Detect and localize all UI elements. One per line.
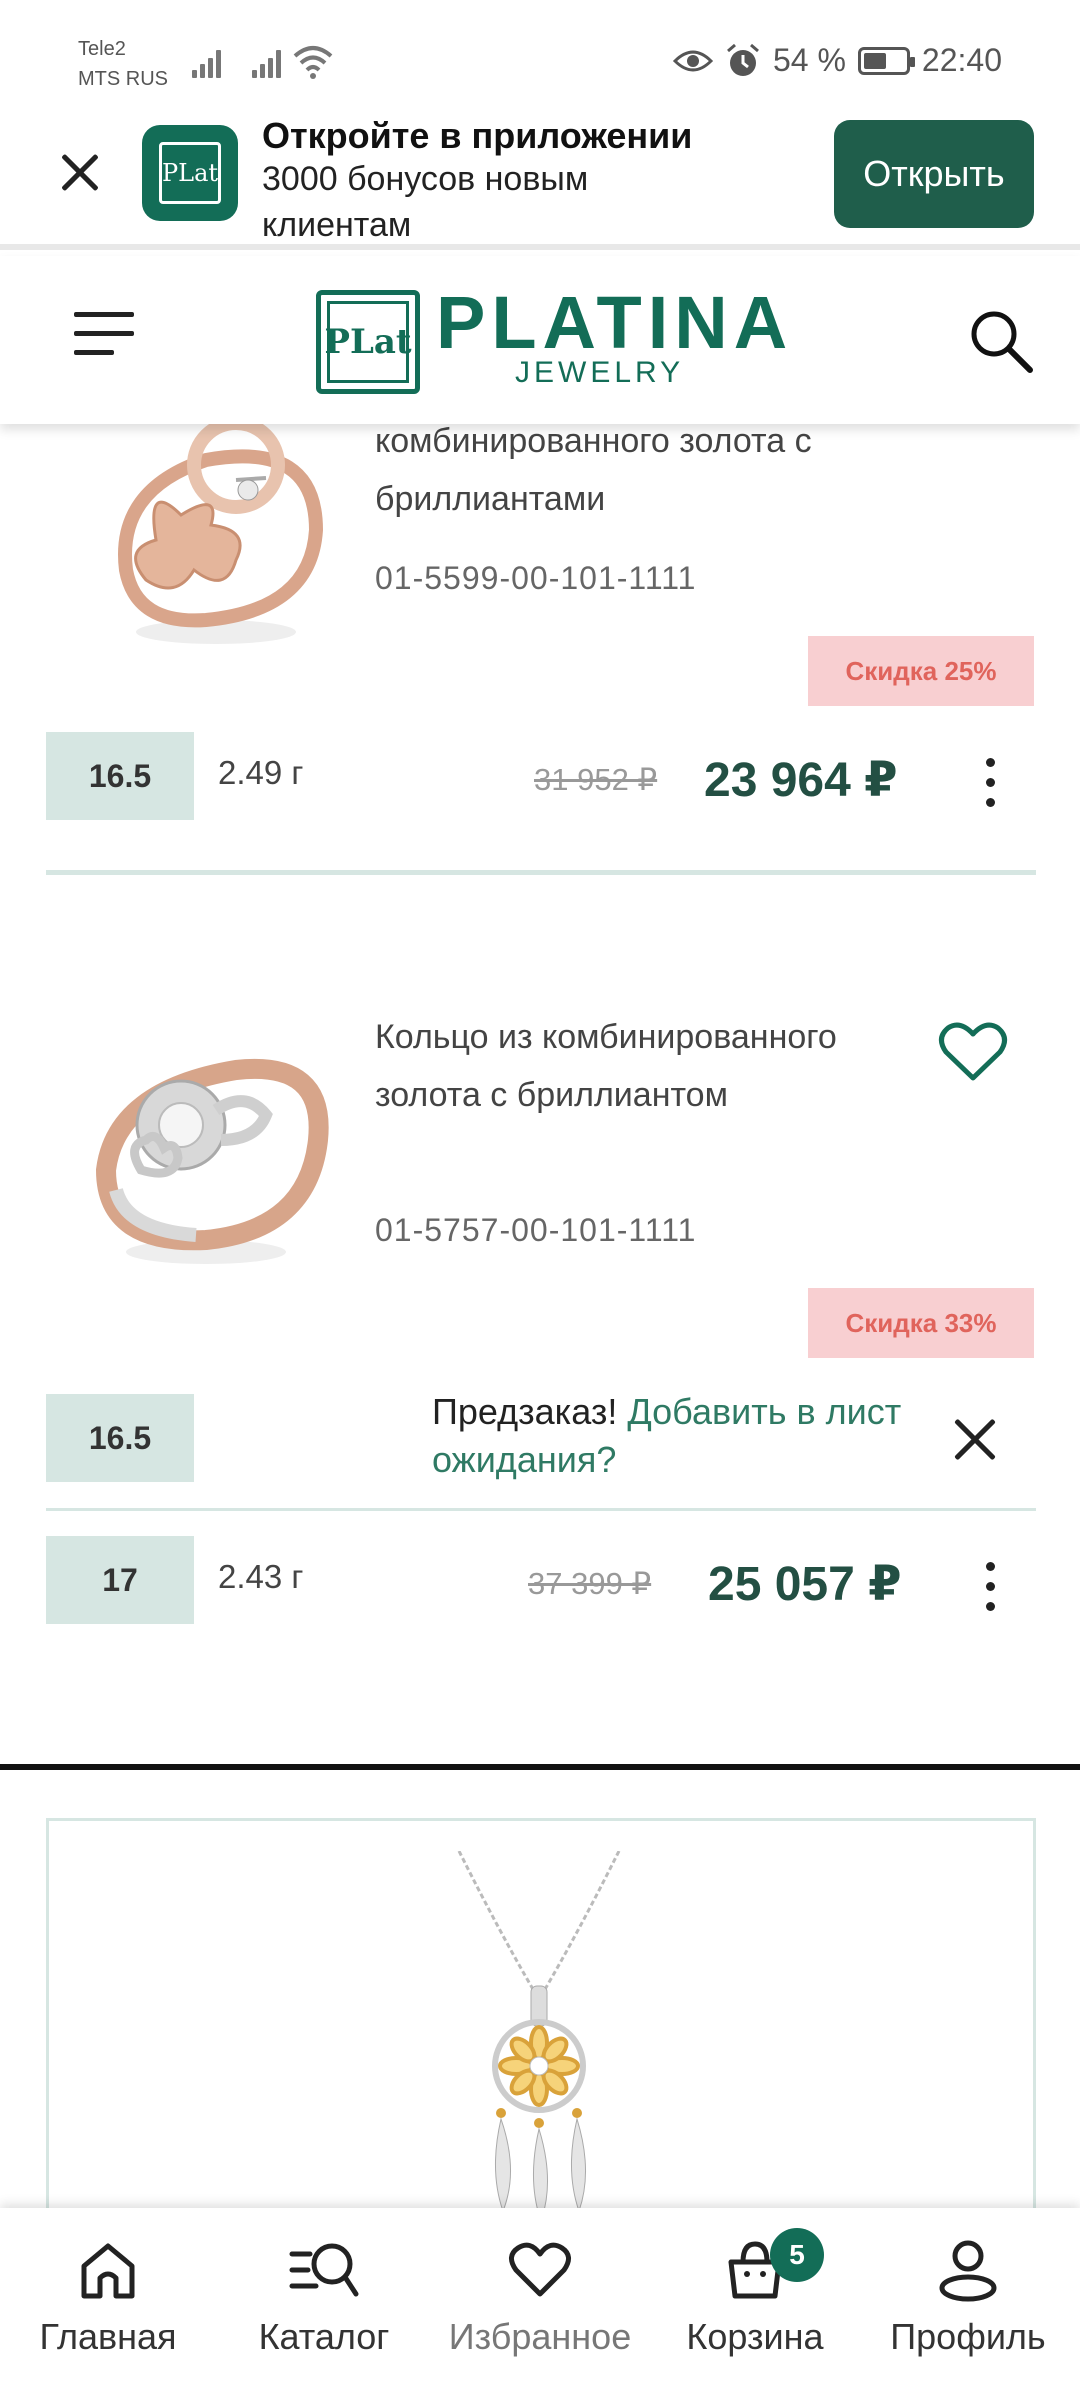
heart-icon bbox=[509, 2242, 571, 2297]
nav-cart[interactable]: Корзина bbox=[660, 2208, 850, 2388]
nav-home-label: Главная bbox=[39, 2316, 177, 2357]
profile-icon bbox=[939, 2240, 997, 2302]
section-divider bbox=[0, 1764, 1080, 1770]
product-weight: 2.43 г bbox=[218, 1558, 304, 1595]
brand-subtitle: JEWELRY bbox=[515, 356, 685, 389]
current-price: 25 057 ₽ bbox=[708, 1558, 902, 1611]
old-price: 31 952 ₽ bbox=[534, 762, 658, 797]
product-image[interactable] bbox=[86, 420, 330, 656]
nav-catalog[interactable]: Каталог bbox=[244, 2208, 404, 2388]
cart-count-badge: 5 bbox=[770, 2228, 824, 2282]
divider bbox=[46, 870, 1036, 875]
size-option[interactable]: 16.5 bbox=[46, 732, 194, 820]
nav-favorites[interactable]: Избранное bbox=[430, 2208, 650, 2388]
divider bbox=[46, 1508, 1036, 1511]
product-card[interactable] bbox=[46, 1818, 1036, 2218]
nav-profile[interactable]: Профиль bbox=[878, 2208, 1058, 2388]
nav-cart-label: Корзина bbox=[686, 2316, 824, 2357]
product-weight: 2.49 г bbox=[218, 754, 304, 791]
product-card[interactable]: комбинированного золота с бриллиантами 0… bbox=[0, 0, 1080, 880]
preorder-text: Предзаказ! bbox=[432, 1391, 618, 1432]
bottom-navigation: Главная Каталог Избранное Корзина 5 Проф… bbox=[0, 2208, 1080, 2388]
discount-badge: Скидка 25% bbox=[808, 636, 1034, 706]
search-icon[interactable] bbox=[966, 306, 1036, 376]
product-title[interactable]: Кольцо из комбинированного золота с брил… bbox=[375, 1008, 935, 1124]
more-options-icon[interactable] bbox=[980, 752, 1004, 812]
menu-icon[interactable] bbox=[74, 310, 136, 358]
product-sku: 01-5757-00-101-1111 bbox=[375, 1212, 697, 1248]
heart-icon[interactable] bbox=[938, 1020, 1008, 1084]
product-image[interactable] bbox=[439, 1851, 639, 2218]
site-header: PLat PLATINA JEWELRY bbox=[0, 256, 1080, 424]
discount-badge: Скидка 33% bbox=[808, 1288, 1034, 1358]
nav-profile-label: Профиль bbox=[890, 2316, 1046, 2357]
logo-mark: PLat bbox=[316, 290, 420, 394]
product-image[interactable] bbox=[86, 1030, 330, 1274]
size-option[interactable]: 17 bbox=[46, 1536, 194, 1624]
product-card[interactable]: Кольцо из комбинированного золота с брил… bbox=[0, 990, 1080, 1690]
nav-catalog-label: Каталог bbox=[258, 2316, 390, 2357]
current-price: 23 964 ₽ bbox=[704, 754, 898, 807]
nav-favorites-label: Избранное bbox=[448, 2316, 632, 2357]
old-price: 37 399 ₽ bbox=[528, 1566, 652, 1601]
product-title[interactable]: комбинированного золота с бриллиантами bbox=[375, 412, 975, 528]
logo-mark-text: PLat bbox=[324, 322, 412, 362]
brand-name: PLATINA bbox=[436, 281, 794, 364]
catalog-search-icon bbox=[289, 2243, 359, 2297]
product-sku: 01-5599-00-101-1111 bbox=[375, 560, 697, 596]
size-option[interactable]: 16.5 bbox=[46, 1394, 194, 1482]
home-icon bbox=[81, 2243, 135, 2299]
more-options-icon[interactable] bbox=[980, 1556, 1004, 1616]
close-icon[interactable] bbox=[948, 1412, 1002, 1466]
nav-home[interactable]: Главная bbox=[28, 2208, 188, 2388]
